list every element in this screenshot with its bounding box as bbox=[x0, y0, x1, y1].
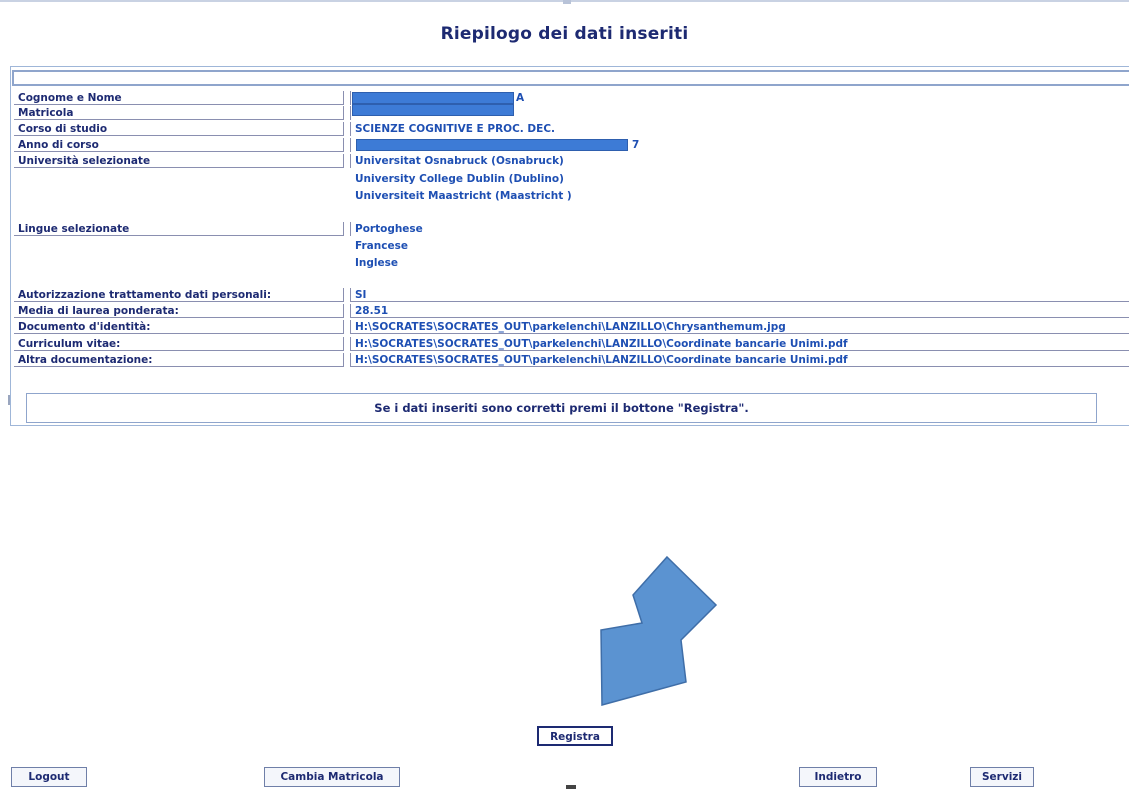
value-lingua-3: Inglese bbox=[355, 257, 398, 269]
redaction-bar bbox=[352, 104, 514, 116]
label-matricola: Matricola bbox=[14, 106, 344, 120]
registra-button[interactable]: Registra bbox=[537, 726, 613, 746]
top-resize-handle bbox=[563, 0, 571, 4]
value-media-laurea: 28.51 bbox=[350, 304, 1129, 318]
value-universita-2: University College Dublin (Dublino) bbox=[355, 173, 564, 185]
value-curriculum-vitae: H:\SOCRATES\SOCRATES_OUT\parkelenchi\LAN… bbox=[350, 337, 1129, 351]
value-cognome-nome-text: A bbox=[516, 92, 525, 104]
value-altra-documentazione: H:\SOCRATES\SOCRATES_OUT\parkelenchi\LAN… bbox=[350, 353, 1129, 367]
value-anno-corso-text: 7 bbox=[632, 139, 640, 151]
label-universita: Università selezionate bbox=[14, 154, 344, 168]
value-corso-studio: SCIENZE COGNITIVE E PROC. DEC. bbox=[350, 122, 650, 136]
redaction-bar bbox=[352, 92, 514, 104]
value-lingua-1: Portoghese bbox=[350, 222, 650, 236]
arrow-shape bbox=[600, 555, 718, 706]
bottom-resize-handle bbox=[566, 785, 576, 789]
label-lingue: Lingue selezionate bbox=[14, 222, 344, 236]
value-documento-identita: H:\SOCRATES\SOCRATES_OUT\parkelenchi\LAN… bbox=[350, 320, 1129, 334]
cambia-matricola-button[interactable]: Cambia Matricola bbox=[264, 767, 400, 787]
logout-button[interactable]: Logout bbox=[11, 767, 87, 787]
value-lingua-2: Francese bbox=[355, 240, 408, 252]
label-autorizzazione: Autorizzazione trattamento dati personal… bbox=[14, 288, 344, 302]
label-cognome-nome: Cognome e Nome bbox=[14, 91, 344, 105]
label-anno-corso: Anno di corso bbox=[14, 138, 344, 152]
label-corso-studio: Corso di studio bbox=[14, 122, 344, 136]
confirmation-message: Se i dati inseriti sono corretti premi i… bbox=[26, 393, 1097, 423]
value-universita-1: Universitat Osnabruck (Osnabruck) bbox=[350, 154, 650, 168]
label-curriculum-vitae: Curriculum vitae: bbox=[14, 337, 344, 351]
panel-side-marker bbox=[8, 395, 10, 405]
page-title: Riepilogo dei dati inseriti bbox=[440, 24, 689, 44]
indietro-button[interactable]: Indietro bbox=[799, 767, 877, 787]
redaction-bar bbox=[356, 139, 628, 151]
label-media-laurea: Media di laurea ponderata: bbox=[14, 304, 344, 318]
label-documento-identita: Documento d'identità: bbox=[14, 320, 344, 334]
summary-panel-header bbox=[12, 70, 1129, 86]
servizi-button[interactable]: Servizi bbox=[970, 767, 1034, 787]
value-autorizzazione: SI bbox=[350, 288, 1129, 302]
label-altra-documentazione: Altra documentazione: bbox=[14, 353, 344, 367]
value-universita-3: Universiteit Maastricht (Maastricht ) bbox=[355, 190, 572, 202]
